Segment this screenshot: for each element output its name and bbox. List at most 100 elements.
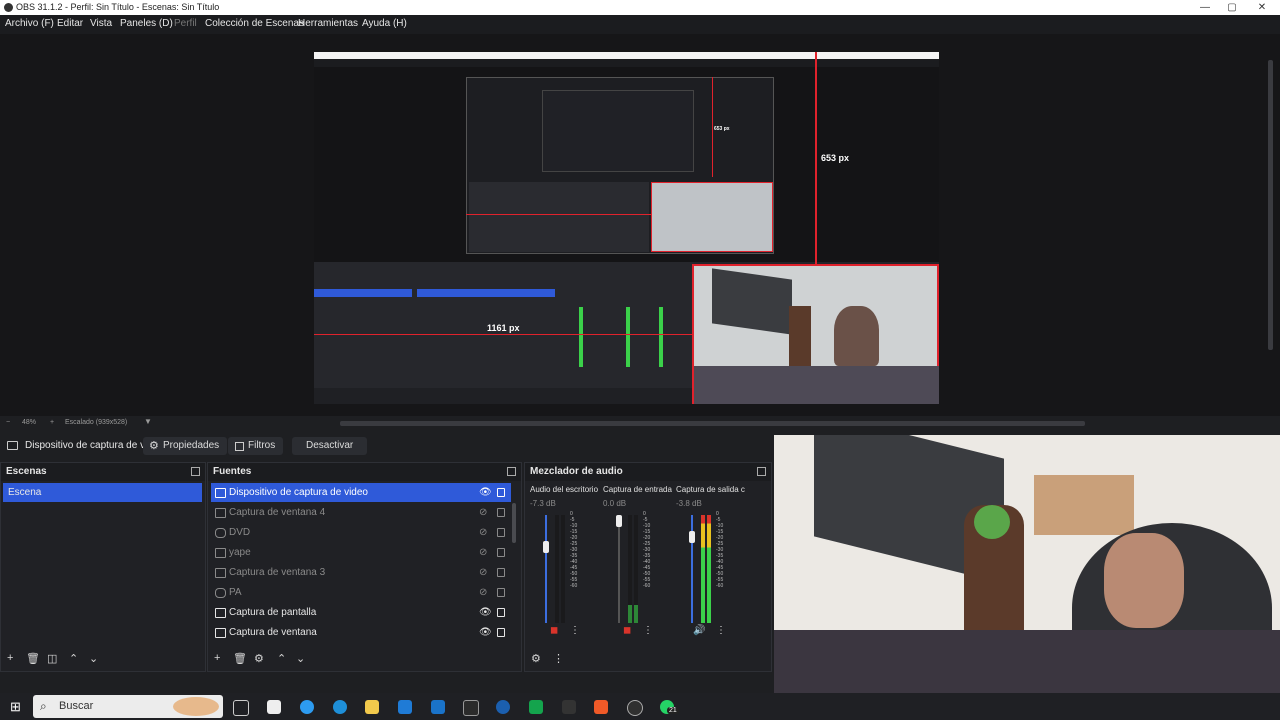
- volume-fader[interactable]: [545, 515, 547, 623]
- menu-paneles[interactable]: Paneles (D): [120, 18, 173, 29]
- search-icon: ⌕: [40, 699, 47, 713]
- scale-mode-dropdown-icon[interactable]: ▼: [144, 417, 152, 426]
- lock-icon[interactable]: [497, 608, 505, 617]
- selected-source-name: Dispositivo de captura de v: [25, 440, 146, 451]
- source-item[interactable]: Dispositivo de captura de video 👁: [211, 483, 511, 502]
- channel-db: -7.3 dB: [530, 499, 556, 508]
- visibility-eye-icon[interactable]: 👁: [479, 483, 492, 502]
- menu-perfil[interactable]: Perfil: [174, 18, 197, 29]
- epic-games-icon[interactable]: [463, 700, 479, 716]
- scene-filters-icon[interactable]: ◫: [47, 652, 57, 665]
- store-icon[interactable]: [398, 700, 412, 714]
- advanced-audio-gear-icon[interactable]: ⚙: [531, 652, 541, 665]
- maximize-button[interactable]: ▢: [1215, 0, 1249, 15]
- mixer-menu-icon[interactable]: ⋮: [553, 652, 564, 665]
- scenes-dock-header: Escenas: [1, 463, 205, 481]
- filters-button[interactable]: Filtros: [228, 437, 284, 455]
- camera-source-in-preview[interactable]: [692, 264, 939, 404]
- move-up-icon[interactable]: ⌃: [69, 652, 78, 665]
- camera-icon: [215, 488, 226, 498]
- menu-coleccion-escenas[interactable]: Colección de Escenas: [205, 18, 304, 29]
- lock-icon[interactable]: [497, 568, 505, 577]
- speaker-icon[interactable]: 🔊: [693, 625, 705, 636]
- source-properties-gear-icon[interactable]: ⚙: [254, 652, 264, 665]
- move-up-icon[interactable]: ⌃: [277, 652, 286, 665]
- zoom-value: 48%: [22, 419, 37, 426]
- lock-icon[interactable]: [497, 588, 505, 597]
- link-icon: [215, 588, 226, 598]
- visibility-eye-icon[interactable]: 👁: [479, 603, 492, 622]
- menu-vista[interactable]: Vista: [90, 18, 112, 29]
- hidden-eye-icon[interactable]: ⊘: [479, 543, 487, 562]
- file-explorer-icon[interactable]: [365, 700, 379, 714]
- edge-icon[interactable]: [333, 700, 347, 714]
- move-down-icon[interactable]: ⌄: [296, 652, 305, 665]
- menu-herramientas[interactable]: Herramientas: [298, 18, 358, 29]
- source-item[interactable]: PA ⊘: [211, 583, 511, 602]
- menu-bar: Archivo (F) Editar Vista Paneles (D) Per…: [0, 15, 1280, 34]
- add-source-icon[interactable]: +: [214, 652, 220, 664]
- source-item[interactable]: Captura de ventana 3 ⊘: [211, 563, 511, 582]
- close-button[interactable]: ✕: [1245, 0, 1279, 15]
- source-item[interactable]: DVD ⊘: [211, 523, 511, 542]
- undock-icon[interactable]: [757, 467, 766, 476]
- hidden-eye-icon[interactable]: ⊘: [479, 503, 487, 522]
- channel-db: -3.8 dB: [676, 499, 702, 508]
- outlook-icon[interactable]: [431, 700, 445, 714]
- lock-icon[interactable]: [497, 628, 505, 637]
- channel-menu-icon[interactable]: ⋮: [643, 625, 653, 636]
- obs-taskbar-icon[interactable]: [627, 700, 643, 716]
- hidden-eye-icon[interactable]: ⊘: [479, 563, 487, 582]
- muted-speaker-icon[interactable]: ◼: [623, 625, 631, 636]
- zoom-in-button[interactable]: +: [50, 419, 54, 426]
- source-item[interactable]: Captura de pantalla 👁: [211, 603, 511, 622]
- menu-archivo[interactable]: Archivo (F): [5, 18, 54, 29]
- preview-canvas[interactable]: 653 px 1161 px 653 px: [314, 52, 939, 404]
- lock-icon[interactable]: [497, 548, 505, 557]
- notepad-icon[interactable]: [267, 700, 281, 714]
- source-item[interactable]: Captura de ventana 4 ⊘: [211, 503, 511, 522]
- level-meter: [634, 515, 638, 623]
- remove-source-icon[interactable]: 🗑: [233, 652, 247, 665]
- channel-menu-icon[interactable]: ⋮: [570, 625, 580, 636]
- menu-ayuda[interactable]: Ayuda (H): [362, 18, 407, 29]
- lock-icon[interactable]: [497, 508, 505, 517]
- link-icon: [215, 528, 226, 538]
- capcut-icon[interactable]: [562, 700, 576, 714]
- hidden-eye-icon[interactable]: ⊘: [479, 583, 487, 602]
- menu-editar[interactable]: Editar: [57, 18, 83, 29]
- properties-button[interactable]: ⚙ Propiedades: [143, 437, 228, 455]
- preview-horizontal-scrollbar[interactable]: [340, 421, 1085, 426]
- undock-icon[interactable]: [507, 467, 516, 476]
- lock-icon[interactable]: [497, 528, 505, 537]
- lock-icon[interactable]: [497, 488, 505, 497]
- task-view-icon[interactable]: [233, 700, 249, 716]
- move-down-icon[interactable]: ⌄: [89, 652, 98, 665]
- sources-dock: Fuentes Dispositivo de captura de video …: [207, 462, 522, 672]
- source-item[interactable]: Captura de ventana 👁: [211, 623, 511, 642]
- copilot-icon[interactable]: [300, 700, 314, 714]
- steam-icon[interactable]: [496, 700, 510, 714]
- sources-scrollbar[interactable]: [512, 503, 516, 543]
- windows-start-icon[interactable]: ⊞: [10, 699, 21, 715]
- green-app-icon[interactable]: [529, 700, 543, 714]
- fader-knob[interactable]: [616, 515, 622, 527]
- brave-icon[interactable]: [594, 700, 608, 714]
- source-item[interactable]: yape ⊘: [211, 543, 511, 562]
- channel-menu-icon[interactable]: ⋮: [716, 625, 726, 636]
- taskbar-search[interactable]: ⌕ Buscar: [33, 695, 223, 718]
- undock-icon[interactable]: [191, 467, 200, 476]
- scene-item[interactable]: Escena: [3, 483, 202, 502]
- fader-knob[interactable]: [543, 541, 549, 553]
- deactivate-button[interactable]: Desactivar: [292, 437, 368, 455]
- preview-vertical-scrollbar[interactable]: [1268, 60, 1273, 350]
- volume-fader[interactable]: [618, 515, 620, 623]
- zoom-out-button[interactable]: −: [6, 419, 10, 426]
- visibility-eye-icon[interactable]: 👁: [479, 623, 492, 642]
- muted-speaker-icon[interactable]: ◼: [550, 625, 558, 636]
- remove-scene-icon[interactable]: 🗑: [26, 652, 40, 665]
- fader-knob[interactable]: [689, 531, 695, 543]
- hidden-eye-icon[interactable]: ⊘: [479, 523, 487, 542]
- scale-mode-label: Escalado (939x528): [65, 419, 128, 426]
- add-scene-icon[interactable]: +: [7, 652, 13, 664]
